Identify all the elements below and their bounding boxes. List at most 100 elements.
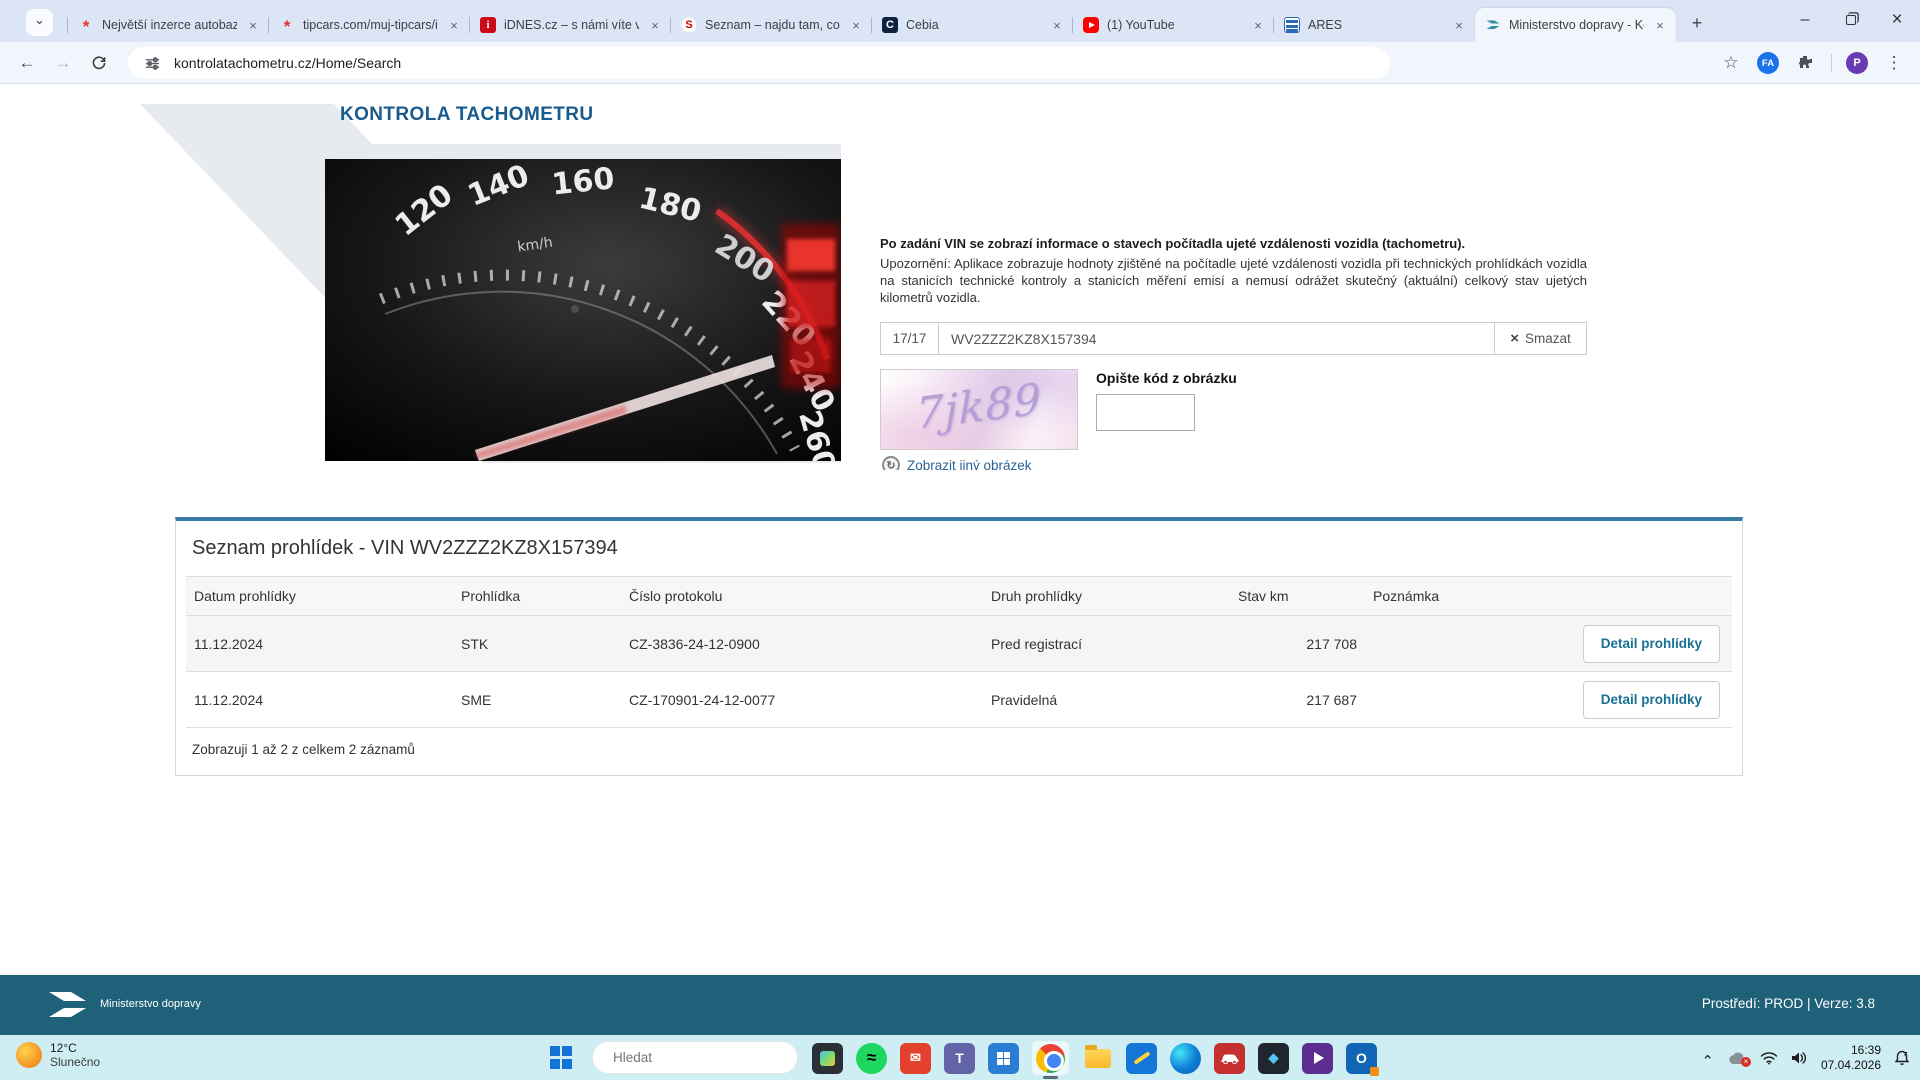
tab-autobazar[interactable]: Největší inzerce autobaza xyxy=(68,8,269,42)
photos-icon[interactable] xyxy=(812,1043,843,1074)
clear-vin-button[interactable]: Smazat xyxy=(1494,323,1586,354)
tab-title: tipcars.com/muj-tipcars/i xyxy=(303,18,438,32)
speedometer-image: 120 140 160 180 200 220 240 260 km/h xyxy=(325,159,841,461)
start-button[interactable] xyxy=(550,1046,574,1070)
chrome-icon[interactable] xyxy=(1032,1041,1069,1075)
back-icon[interactable] xyxy=(12,48,42,78)
extension-fa-badge[interactable]: FA xyxy=(1757,52,1779,74)
close-icon[interactable] xyxy=(1874,0,1920,40)
vin-input[interactable] xyxy=(939,323,1494,354)
warning-text: Upozornění: Aplikace zobrazuje hodnoty z… xyxy=(880,255,1587,306)
dev-tool-icon[interactable] xyxy=(1258,1043,1289,1074)
profile-avatar[interactable]: P xyxy=(1846,52,1868,74)
col-header-kind: Druh prohlídky xyxy=(983,588,1230,604)
browser-tab-strip: Největší inzerce autobaza tipcars.com/mu… xyxy=(0,0,1920,42)
office-icon[interactable] xyxy=(988,1043,1019,1074)
taskbar-search-input[interactable] xyxy=(613,1050,790,1065)
tab-youtube[interactable]: (1) YouTube xyxy=(1073,8,1274,42)
detail-button[interactable]: Detail prohlídky xyxy=(1583,625,1720,663)
close-icon[interactable] xyxy=(1652,17,1668,33)
close-icon[interactable] xyxy=(1451,17,1467,33)
new-tab-plus-icon[interactable] xyxy=(1682,8,1712,38)
gmail-icon[interactable] xyxy=(900,1043,931,1074)
minimize-icon[interactable] xyxy=(1782,0,1828,40)
speedo-number: 160 xyxy=(550,161,616,202)
outlook-icon[interactable] xyxy=(1346,1043,1377,1074)
svg-text:z: z xyxy=(1904,1051,1908,1058)
table-row: 11.12.2024 SME CZ-170901-24-12-0077 Prav… xyxy=(186,672,1732,728)
menu-dots-icon[interactable] xyxy=(1882,51,1906,75)
idnes-icon xyxy=(480,17,496,33)
captcha-refresh-link[interactable]: Zobrazit jiný obrázek xyxy=(882,456,1032,470)
tab-ares[interactable]: ARES xyxy=(1274,8,1475,42)
cell-date: 11.12.2024 xyxy=(186,636,453,652)
col-header-type: Prohlídka xyxy=(453,588,621,604)
tab-tipcars[interactable]: tipcars.com/muj-tipcars/i xyxy=(269,8,470,42)
teams-icon[interactable] xyxy=(944,1043,975,1074)
volume-icon[interactable] xyxy=(1791,1051,1808,1065)
captcha-image: 7jk89 xyxy=(880,369,1078,450)
col-header-date: Datum prohlídky xyxy=(186,588,453,604)
close-icon[interactable] xyxy=(848,17,864,33)
refresh-icon xyxy=(882,456,900,470)
bookmark-star-icon[interactable] xyxy=(1719,51,1743,75)
tab-ministerstvo-dopravy[interactable]: Ministerstvo dopravy - Ko xyxy=(1475,8,1676,42)
tab-search-chevron-icon[interactable] xyxy=(26,9,53,36)
results-card: Seznam prohlídek - VIN WV2ZZZ2KZ8X157394… xyxy=(175,517,1743,776)
store-icon[interactable] xyxy=(1126,1043,1157,1074)
forward-icon[interactable] xyxy=(48,48,78,78)
captcha-code-text: 7jk89 xyxy=(881,370,1076,444)
onedrive-cloud-error-icon[interactable]: × xyxy=(1727,1051,1747,1065)
reload-icon[interactable] xyxy=(84,48,114,78)
ministry-logo-icon xyxy=(44,987,92,1028)
cebia-icon xyxy=(882,17,898,33)
restore-icon[interactable] xyxy=(1828,0,1874,40)
close-icon[interactable] xyxy=(1049,17,1065,33)
extensions-puzzle-icon[interactable] xyxy=(1793,51,1817,75)
footer-env-text: Prostředí: PROD | Verze: 3.8 xyxy=(1702,996,1875,1011)
page-title: KONTROLA TACHOMETRU xyxy=(340,104,594,126)
site-info-icon[interactable] xyxy=(140,51,164,75)
clock-time: 16:39 xyxy=(1851,1043,1881,1058)
file-explorer-icon[interactable] xyxy=(1082,1043,1113,1074)
address-bar[interactable]: kontrolatachometru.cz/Home/Search xyxy=(128,47,1390,79)
taskbar-search[interactable] xyxy=(592,1041,798,1074)
tab-cebia[interactable]: Cebia xyxy=(872,8,1073,42)
browser-toolbar: kontrolatachometru.cz/Home/Search FA P xyxy=(0,42,1920,84)
captcha-input[interactable] xyxy=(1096,394,1195,431)
site-footer: Ministerstvo dopravy Prostředí: PROD | V… xyxy=(0,975,1920,1035)
detail-button[interactable]: Detail prohlídky xyxy=(1583,681,1720,719)
tab-title: (1) YouTube xyxy=(1107,18,1242,32)
close-icon[interactable] xyxy=(647,17,663,33)
tab-title: Cebia xyxy=(906,18,1041,32)
media-player-icon[interactable] xyxy=(1302,1043,1333,1074)
table-header-row: Datum prohlídky Prohlídka Číslo protokol… xyxy=(186,576,1732,616)
close-icon[interactable] xyxy=(446,17,462,33)
tab-seznam[interactable]: Seznam – najdu tam, co n xyxy=(671,8,872,42)
tab-title: Ministerstvo dopravy - Ko xyxy=(1509,18,1644,32)
tab-title: Největší inzerce autobaza xyxy=(102,18,237,32)
table-row: 11.12.2024 STK CZ-3836-24-12-0900 Pred r… xyxy=(186,616,1732,672)
captcha-label: Opište kód z obrázku xyxy=(1096,370,1237,386)
taskbar-clock[interactable]: 16:39 07.04.2026 xyxy=(1821,1043,1881,1073)
url-text: kontrolatachometru.cz/Home/Search xyxy=(174,55,401,71)
seznam-icon xyxy=(681,17,697,33)
close-icon[interactable] xyxy=(245,17,261,33)
system-tray: × 16:39 07.04.2026 z xyxy=(1701,1035,1910,1080)
hidden-icons-chevron[interactable] xyxy=(1701,1049,1714,1067)
results-title: Seznam prohlídek - VIN WV2ZZZ2KZ8X157394 xyxy=(186,535,1732,576)
weather-widget[interactable]: 12°C Slunečno xyxy=(16,1041,100,1069)
notification-bell-sleep-icon[interactable]: z xyxy=(1894,1049,1910,1066)
mdcr-icon xyxy=(1485,17,1501,33)
wifi-icon[interactable] xyxy=(1760,1051,1778,1065)
cell-kind: Pred registrací xyxy=(983,636,1230,652)
tab-title: Seznam – najdu tam, co n xyxy=(705,18,840,32)
tab-idnes[interactable]: iDNES.cz – s námi víte víc xyxy=(470,8,671,42)
edge-icon[interactable] xyxy=(1170,1043,1201,1074)
windows-taskbar: 12°C Slunečno × xyxy=(0,1035,1920,1080)
car-dealer-icon[interactable] xyxy=(1214,1043,1245,1074)
error-badge: × xyxy=(1741,1057,1751,1067)
close-icon[interactable] xyxy=(1250,17,1266,33)
spotify-icon[interactable] xyxy=(856,1043,887,1074)
sun-icon xyxy=(16,1042,42,1068)
